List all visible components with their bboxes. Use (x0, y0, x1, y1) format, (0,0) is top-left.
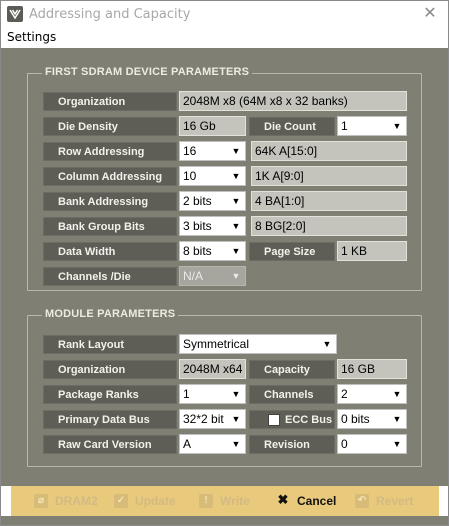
rank-layout-select-value: Symmetrical (183, 337, 250, 351)
page-size-label: Page Size (249, 242, 335, 261)
revision-select[interactable]: 0 ▼ (337, 434, 407, 454)
data-width-label: Data Width (43, 242, 177, 261)
primary-data-bus-select[interactable]: 32*2 bit ▼ (179, 409, 246, 429)
revert-button: ↶ Revert (355, 492, 417, 510)
chevron-down-icon: ▼ (228, 411, 244, 427)
chevron-down-icon: ▼ (228, 268, 244, 284)
dram2-button-label: DRAM2 (55, 494, 98, 508)
write-button: ! Write (199, 492, 259, 510)
cancel-button-label: Cancel (297, 494, 337, 508)
channels-label: Channels (249, 385, 335, 404)
channels-die-select-value: N/A (183, 269, 204, 283)
bank-addressing-select-value: 2 bits (183, 194, 212, 208)
chevron-down-icon: ▼ (228, 436, 244, 452)
menu-settings[interactable]: Settings (7, 30, 56, 44)
bank-group-bits-label: Bank Group Bits (43, 217, 177, 236)
package-ranks-label: Package Ranks (43, 385, 177, 404)
rank-layout-label: Rank Layout (43, 335, 177, 354)
capacity-label: Capacity (249, 360, 335, 379)
ecc-bus-select-value: 0 bits (341, 412, 370, 426)
title-bar: Addressing and Capacity ✕ (1, 1, 448, 29)
package-ranks-select-value: 1 (183, 387, 190, 401)
chevron-down-icon: ▼ (228, 218, 244, 234)
primary-data-bus-select-value: 32*2 bit (183, 412, 224, 426)
package-ranks-select[interactable]: 1 ▼ (179, 384, 246, 404)
menu-bar: Settings (1, 29, 448, 46)
ecc-bus-label: ECC Bus (249, 410, 335, 429)
channels-select-value: 2 (341, 387, 348, 401)
revision-label: Revision (249, 435, 335, 454)
write-button-label: Write (220, 494, 250, 508)
primary-data-bus-label: Primary Data Bus (43, 410, 177, 429)
link-icon: ⌀ (34, 494, 48, 508)
bank-group-bits-select-value: 3 bits (183, 219, 212, 233)
row-addressing-select-value: 16 (183, 144, 197, 158)
row-addressing-label: Row Addressing (43, 142, 177, 161)
channels-select[interactable]: 2 ▼ (337, 384, 407, 404)
column-addressing-select[interactable]: 10 ▼ (179, 166, 246, 186)
update-button-label: Update (135, 494, 176, 508)
cancel-button[interactable]: ✖ Cancel (276, 492, 338, 510)
raw-card-version-label: Raw Card Version (43, 435, 177, 454)
chevron-down-icon: ▼ (228, 168, 244, 184)
chevron-down-icon: ▼ (389, 411, 405, 427)
bank-group-bits-info: 8 BG[2:0] (251, 216, 407, 236)
bottom-strip (1, 516, 448, 525)
row-addressing-select[interactable]: 16 ▼ (179, 141, 246, 161)
bank-addressing-label: Bank Addressing (43, 192, 177, 211)
undo-icon: ↶ (355, 494, 369, 508)
organization-label: Organization (43, 92, 177, 111)
die-density-value: 16 Gb (179, 116, 246, 136)
channels-die-label: Channels /Die (43, 267, 177, 286)
data-width-select[interactable]: 8 bits ▼ (179, 241, 246, 261)
bank-addressing-info: 4 BA[1:0] (251, 191, 407, 211)
update-button: ✓ Update (114, 492, 184, 510)
die-count-label: Die Count (249, 117, 335, 136)
revision-select-value: 0 (341, 437, 348, 451)
checkmark-icon: ✓ (114, 494, 128, 508)
app-logo-icon (7, 6, 23, 22)
chevron-down-icon: ▼ (228, 143, 244, 159)
raw-card-version-select-value: A (183, 437, 192, 451)
chevron-down-icon: ▼ (228, 386, 244, 402)
close-window-button[interactable]: ✕ (420, 4, 440, 24)
die-density-label: Die Density (43, 117, 177, 136)
bank-group-bits-select[interactable]: 3 bits ▼ (179, 216, 246, 236)
page-size-value: 1 KB (337, 241, 407, 261)
module-organization-value: 2048M x64 (179, 359, 246, 379)
exclamation-icon: ! (199, 494, 213, 508)
column-addressing-label: Column Addressing (43, 167, 177, 186)
chevron-down-icon: ▼ (228, 243, 244, 259)
dram2-button: ⌀ DRAM2 (34, 492, 104, 510)
revert-button-label: Revert (376, 494, 414, 508)
chevron-down-icon: ▼ (389, 436, 405, 452)
column-addressing-info: 1K A[9:0] (251, 166, 407, 186)
module-organization-label: Organization (43, 360, 177, 379)
module-group-title: MODULE PARAMETERS (42, 308, 179, 320)
raw-card-version-select[interactable]: A ▼ (179, 434, 246, 454)
chevron-down-icon: ▼ (389, 118, 405, 134)
die-count-select[interactable]: 1 ▼ (337, 116, 407, 136)
organization-value: 2048M x8 (64M x8 x 32 banks) (179, 91, 407, 111)
addressing-capacity-window: Addressing and Capacity ✕ Settings FIRST… (0, 0, 449, 526)
ecc-bus-checkbox[interactable] (268, 414, 280, 426)
chevron-down-icon: ▼ (228, 193, 244, 209)
channels-die-select: N/A ▼ (179, 266, 246, 286)
die-count-select-value: 1 (341, 119, 348, 133)
close-icon: ✖ (277, 492, 289, 507)
data-width-select-value: 8 bits (183, 244, 212, 258)
capacity-value: 16 GB (337, 359, 407, 379)
sdram-group-title: FIRST SDRAM DEVICE PARAMETERS (42, 66, 253, 78)
chevron-down-icon: ▼ (389, 386, 405, 402)
window-title: Addressing and Capacity (29, 7, 191, 22)
column-addressing-select-value: 10 (183, 169, 197, 183)
bank-addressing-select[interactable]: 2 bits ▼ (179, 191, 246, 211)
ecc-bus-select[interactable]: 0 bits ▼ (337, 409, 407, 429)
row-addressing-info: 64K A[15:0] (251, 141, 407, 161)
chevron-down-icon: ▼ (319, 336, 335, 352)
rank-layout-select[interactable]: Symmetrical ▼ (179, 334, 337, 354)
